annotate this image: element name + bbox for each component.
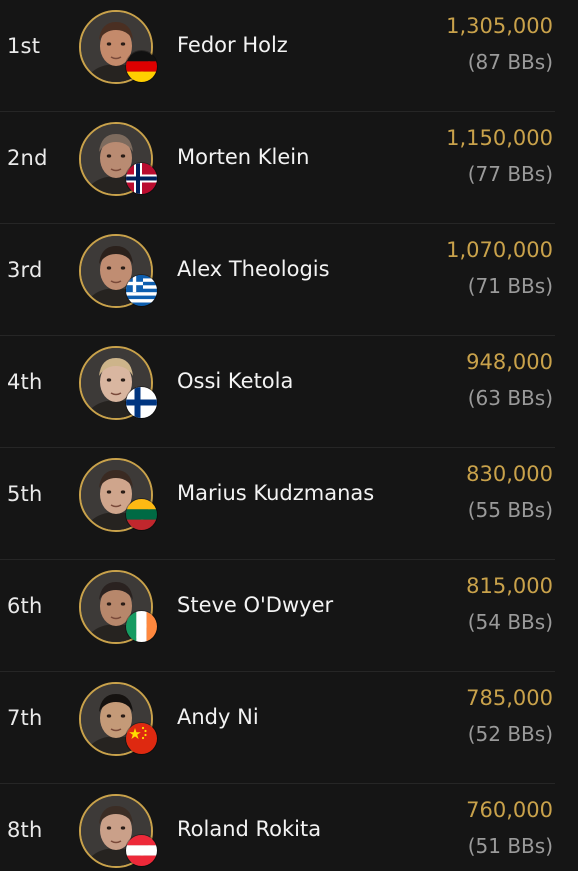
- chip-count: 815,000: [466, 574, 553, 598]
- chip-count: 1,150,000: [446, 126, 553, 150]
- big-blinds-count: (54 BBs): [467, 610, 553, 634]
- finland-flag-icon: [126, 387, 157, 418]
- ireland-flag-icon: [126, 611, 157, 642]
- chip-count: 785,000: [466, 686, 553, 710]
- big-blinds-count: (87 BBs): [467, 50, 553, 74]
- chip-count: 948,000: [466, 350, 553, 374]
- rank-label: 4th: [7, 370, 43, 394]
- player-name[interactable]: Morten Klein: [177, 145, 309, 169]
- chip-count: 1,070,000: [446, 238, 553, 262]
- leaderboard-row[interactable]: 8th Roland Rokita 760,000 (51 BBs): [0, 784, 555, 871]
- leaderboard-row[interactable]: 4th Ossi Ketola 948,000 (63 BBs): [0, 336, 555, 448]
- player-name[interactable]: Alex Theologis: [177, 257, 330, 281]
- player-name[interactable]: Fedor Holz: [177, 33, 288, 57]
- big-blinds-count: (77 BBs): [467, 162, 553, 186]
- austria-flag-icon: [126, 835, 157, 866]
- rank-label: 6th: [7, 594, 43, 618]
- big-blinds-count: (52 BBs): [467, 722, 553, 746]
- rank-label: 2nd: [7, 146, 48, 170]
- big-blinds-count: (71 BBs): [467, 274, 553, 298]
- big-blinds-count: (55 BBs): [467, 498, 553, 522]
- leaderboard-row[interactable]: 6th Steve O'Dwyer 815,000 (54 BBs): [0, 560, 555, 672]
- rank-label: 3rd: [7, 258, 43, 282]
- rank-label: 7th: [7, 706, 43, 730]
- rank-label: 1st: [7, 34, 41, 58]
- player-name[interactable]: Marius Kudzmanas: [177, 481, 374, 505]
- player-name[interactable]: Ossi Ketola: [177, 369, 293, 393]
- big-blinds-count: (51 BBs): [467, 834, 553, 858]
- chip-count: 760,000: [466, 798, 553, 822]
- leaderboard-row[interactable]: 7th Andy Ni 785,000 (52 BBs): [0, 672, 555, 784]
- greece-flag-icon: [126, 275, 157, 306]
- big-blinds-count: (63 BBs): [467, 386, 553, 410]
- germany-flag-icon: [126, 51, 157, 82]
- player-name[interactable]: Andy Ni: [177, 705, 259, 729]
- rank-label: 5th: [7, 482, 43, 506]
- player-name[interactable]: Steve O'Dwyer: [177, 593, 333, 617]
- norway-flag-icon: [126, 163, 157, 194]
- chip-count: 830,000: [466, 462, 553, 486]
- leaderboard-row[interactable]: 5th Marius Kudzmanas 830,000 (55 BBs): [0, 448, 555, 560]
- leaderboard-row[interactable]: 3rd Alex Theologis 1,070,000 (71 BBs): [0, 224, 555, 336]
- leaderboard-row[interactable]: 2nd Morten Klein 1,150,000 (77 BBs): [0, 112, 555, 224]
- lithuania-flag-icon: [126, 499, 157, 530]
- player-name[interactable]: Roland Rokita: [177, 817, 321, 841]
- china-flag-icon: [126, 723, 157, 754]
- leaderboard-row[interactable]: 1st Fedor Holz 1,305,000 (87 BBs): [0, 0, 555, 112]
- rank-label: 8th: [7, 818, 43, 842]
- chip-count: 1,305,000: [446, 14, 553, 38]
- chip-count-leaderboard: 1st Fedor Holz 1,305,000 (87 BBs) 2nd Mo…: [0, 0, 578, 871]
